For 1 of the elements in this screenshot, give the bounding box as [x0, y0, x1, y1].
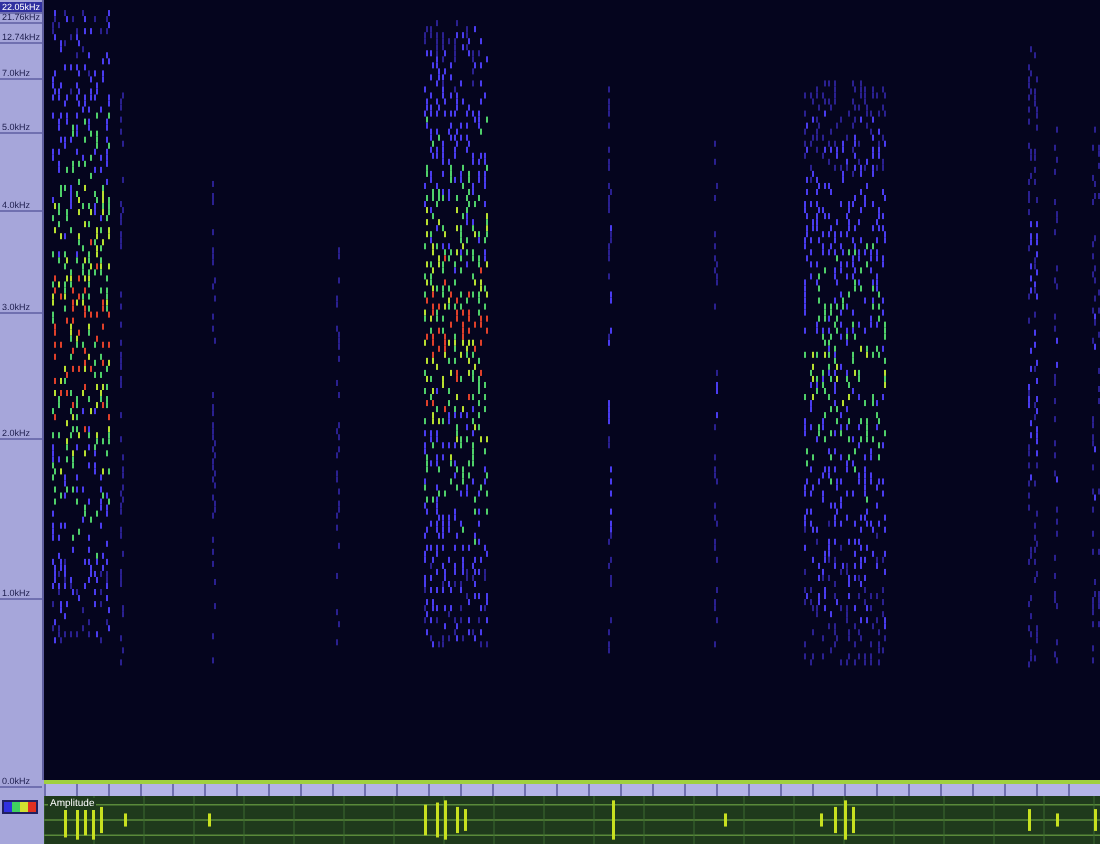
color-scale-icon	[2, 800, 38, 814]
